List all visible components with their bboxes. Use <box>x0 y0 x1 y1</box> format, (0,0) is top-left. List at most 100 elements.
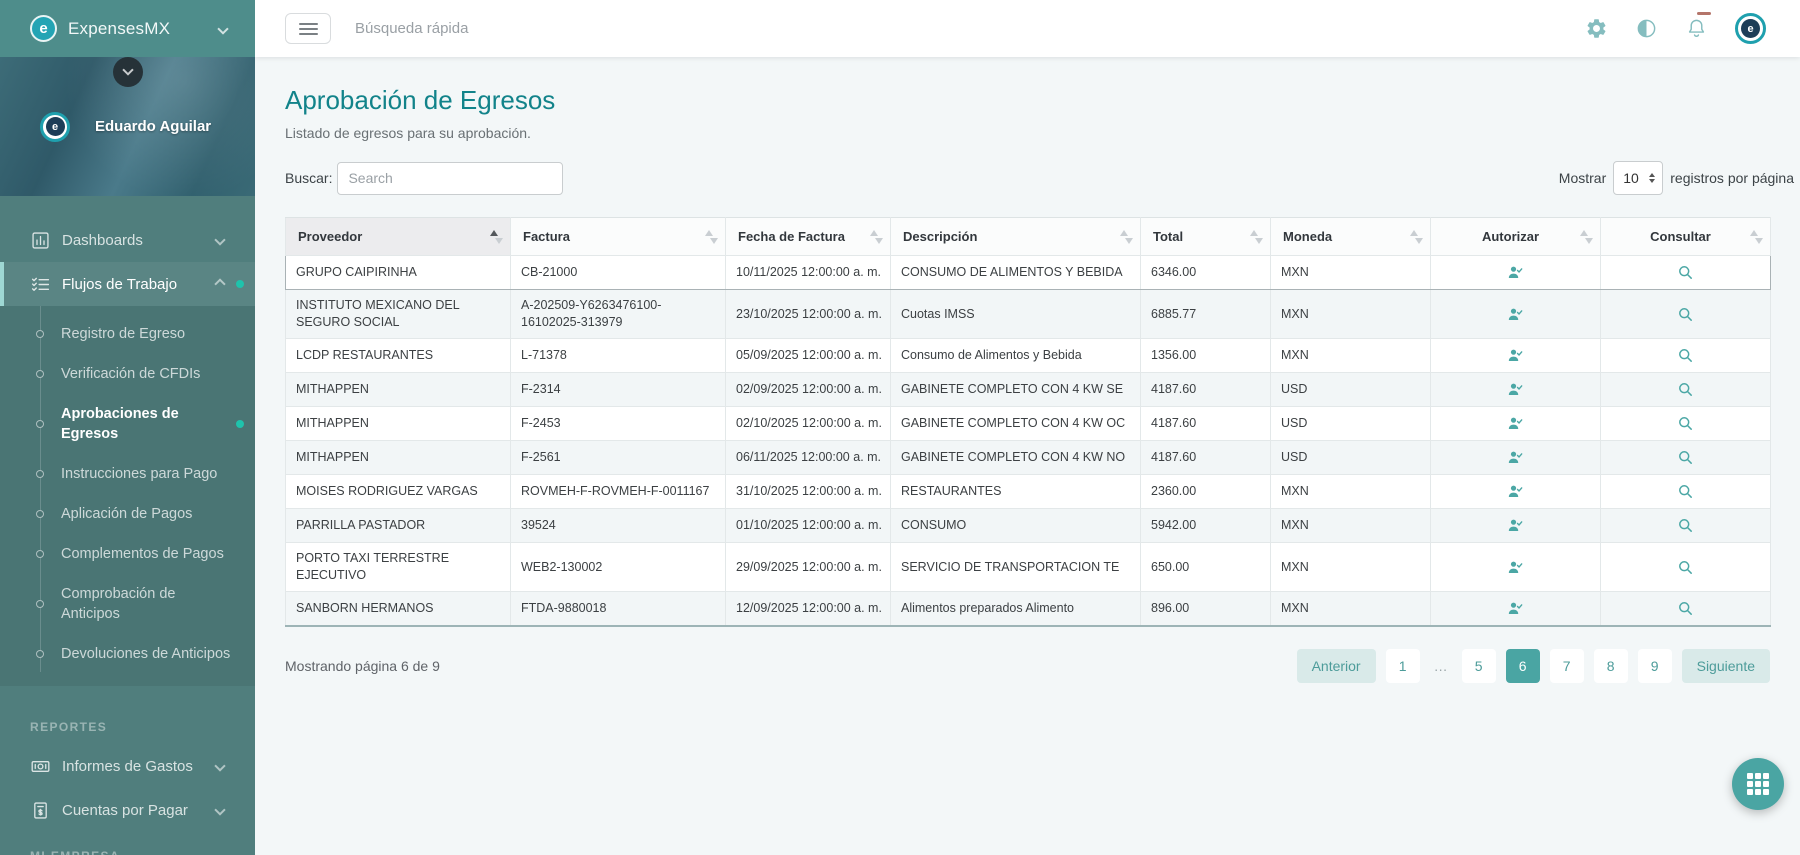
sidebar-subitem[interactable]: Registro de Egreso <box>0 314 255 354</box>
user-name: Eduardo Aguilar <box>95 118 211 135</box>
user-check-icon[interactable] <box>1506 414 1525 433</box>
cell-proveedor: MITHAPPEN <box>286 441 511 475</box>
section-label-mi-empresa: MI EMPRESA <box>0 849 120 855</box>
user-check-icon[interactable] <box>1506 599 1525 618</box>
cell-total: 1356.00 <box>1141 339 1271 373</box>
brand-header[interactable]: e ExpensesMX <box>0 0 255 57</box>
next-page-button[interactable]: Siguiente <box>1682 649 1770 683</box>
cell-moneda: USD <box>1271 441 1431 475</box>
magnifier-icon[interactable] <box>1676 516 1695 535</box>
magnifier-icon[interactable] <box>1676 482 1695 501</box>
column-header-factura[interactable]: Factura <box>511 218 726 256</box>
table-row[interactable]: MITHAPPEN F-2314 02/09/2025 12:00:00 a. … <box>286 373 1771 407</box>
checklist-icon <box>30 274 51 295</box>
page-number-button[interactable]: 6 <box>1506 649 1540 683</box>
bar-chart-icon <box>30 230 51 251</box>
hamburger-menu-button[interactable] <box>285 13 331 44</box>
cell-proveedor: MOISES RODRIGUEZ VARGAS <box>286 475 511 509</box>
sidebar-collapse-button[interactable] <box>113 57 143 87</box>
user-check-icon[interactable] <box>1506 558 1525 577</box>
sidebar-item-label: Flujos de Trabajo <box>62 276 177 293</box>
user-check-icon[interactable] <box>1506 516 1525 535</box>
table-row[interactable]: MITHAPPEN F-2453 02/10/2025 12:00:00 a. … <box>286 407 1771 441</box>
cell-descripcion: Alimentos preparados Alimento <box>891 592 1141 627</box>
cell-descripcion: GABINETE COMPLETO CON 4 KW NO <box>891 441 1141 475</box>
table-row[interactable]: SANBORN HERMANOS FTDA-9880018 12/09/2025… <box>286 592 1771 627</box>
user-check-icon[interactable] <box>1506 380 1525 399</box>
magnifier-icon[interactable] <box>1676 558 1695 577</box>
account-avatar[interactable]: e <box>1735 13 1766 44</box>
cell-total: 2360.00 <box>1141 475 1271 509</box>
column-header-total[interactable]: Total <box>1141 218 1271 256</box>
column-header-autorizar[interactable]: Autorizar <box>1431 218 1601 256</box>
cell-autorizar <box>1431 441 1601 475</box>
user-check-icon[interactable] <box>1506 448 1525 467</box>
user-check-icon[interactable] <box>1506 263 1525 282</box>
sort-icon <box>1120 229 1133 245</box>
magnifier-icon[interactable] <box>1676 305 1695 324</box>
cell-fecha-de-factura: 29/09/2025 12:00:00 a. m. <box>726 543 891 592</box>
page-number-button[interactable]: 5 <box>1462 649 1496 683</box>
table-row[interactable]: GRUPO CAIPIRINHA CB-21000 10/11/2025 12:… <box>286 256 1771 290</box>
sidebar-subitem[interactable]: Instrucciones para Pago <box>0 454 255 494</box>
magnifier-icon[interactable] <box>1676 448 1695 467</box>
table-row[interactable]: PORTO TAXI TERRESTRE EJECUTIVO WEB2-1300… <box>286 543 1771 592</box>
column-header-proveedor[interactable]: Proveedor <box>286 218 511 256</box>
cell-autorizar <box>1431 339 1601 373</box>
sidebar-item-informes-de-gastos[interactable]: Informes de Gastos <box>0 744 255 788</box>
brand-chevron-down-icon[interactable] <box>217 23 228 34</box>
column-header-descripcion[interactable]: Descripción <box>891 218 1141 256</box>
user-check-icon[interactable] <box>1506 482 1525 501</box>
page-number-button[interactable]: 9 <box>1638 649 1672 683</box>
profile-row[interactable]: e Eduardo Aguilar <box>40 112 211 142</box>
sidebar-subitem[interactable]: Aprobaciones de Egresos <box>0 394 255 454</box>
column-header-consultar[interactable]: Consultar <box>1601 218 1771 256</box>
magnifier-icon[interactable] <box>1676 346 1695 365</box>
previous-page-button[interactable]: Anterior <box>1297 649 1376 683</box>
column-header-moneda[interactable]: Moneda <box>1271 218 1431 256</box>
app-window: e ExpensesMX e Eduardo Aguilar <box>0 0 1800 855</box>
sidebar-subitem-label: Aprobaciones de Egresos <box>61 404 234 444</box>
user-check-icon[interactable] <box>1506 346 1525 365</box>
cell-factura: L-71378 <box>511 339 726 373</box>
sidebar-subitem[interactable]: Aplicación de Pagos <box>0 494 255 534</box>
magnifier-icon[interactable] <box>1676 414 1695 433</box>
sidebar-subitem-label: Complementos de Pagos <box>61 544 224 564</box>
page-number-button[interactable]: 7 <box>1550 649 1584 683</box>
table-row[interactable]: MITHAPPEN F-2561 06/11/2025 12:00:00 a. … <box>286 441 1771 475</box>
quick-search-input[interactable] <box>355 20 675 37</box>
sidebar-subitem[interactable]: Comprobación de Anticipos <box>0 574 255 634</box>
page-subtitle: Listado de egresos para su aprobación. <box>285 125 1770 141</box>
column-label: Total <box>1153 229 1183 244</box>
table-row[interactable]: INSTITUTO MEXICANO DEL SEGURO SOCIAL A-2… <box>286 290 1771 339</box>
bullet-icon <box>36 510 44 518</box>
settings-gear-icon[interactable] <box>1585 17 1608 40</box>
cell-factura: F-2561 <box>511 441 726 475</box>
page-number-button[interactable]: 8 <box>1594 649 1628 683</box>
sidebar-subitem[interactable]: Complementos de Pagos <box>0 534 255 574</box>
chevron-up-icon <box>214 278 225 289</box>
theme-contrast-icon[interactable] <box>1635 17 1658 40</box>
table-row[interactable]: PARRILLA PASTADOR 39524 01/10/2025 12:00… <box>286 509 1771 543</box>
sidebar-subitem[interactable]: Verificación de CFDIs <box>0 354 255 394</box>
apps-grid-fab-button[interactable] <box>1732 758 1784 810</box>
page-number-button: … <box>1430 649 1452 683</box>
sidebar-item-dashboards[interactable]: Dashboards <box>0 218 255 262</box>
user-check-icon[interactable] <box>1506 305 1525 324</box>
table-row[interactable]: MOISES RODRIGUEZ VARGAS ROVMEH-F-ROVMEH-… <box>286 475 1771 509</box>
table-row[interactable]: LCDP RESTAURANTES L-71378 05/09/2025 12:… <box>286 339 1771 373</box>
page-size-value: 10 <box>1623 170 1639 186</box>
notifications-bell-icon[interactable] <box>1685 17 1708 40</box>
magnifier-icon[interactable] <box>1676 263 1695 282</box>
sidebar-subitem[interactable]: Devoluciones de Anticipos <box>0 634 255 674</box>
magnifier-icon[interactable] <box>1676 599 1695 618</box>
sidebar-item-cuentas-por-pagar[interactable]: Cuentas por Pagar <box>0 788 255 832</box>
sidebar-item-flujos-de-trabajo[interactable]: Flujos de Trabajo <box>0 262 255 306</box>
main-content: Aprobación de Egresos Listado de egresos… <box>255 57 1800 855</box>
column-header-fecha-de-factura[interactable]: Fecha de Factura <box>726 218 891 256</box>
page-size-select[interactable]: 10 <box>1613 161 1663 195</box>
table-search-input[interactable] <box>337 162 563 195</box>
bullet-icon <box>36 420 44 428</box>
magnifier-icon[interactable] <box>1676 380 1695 399</box>
page-number-button[interactable]: 1 <box>1386 649 1420 683</box>
